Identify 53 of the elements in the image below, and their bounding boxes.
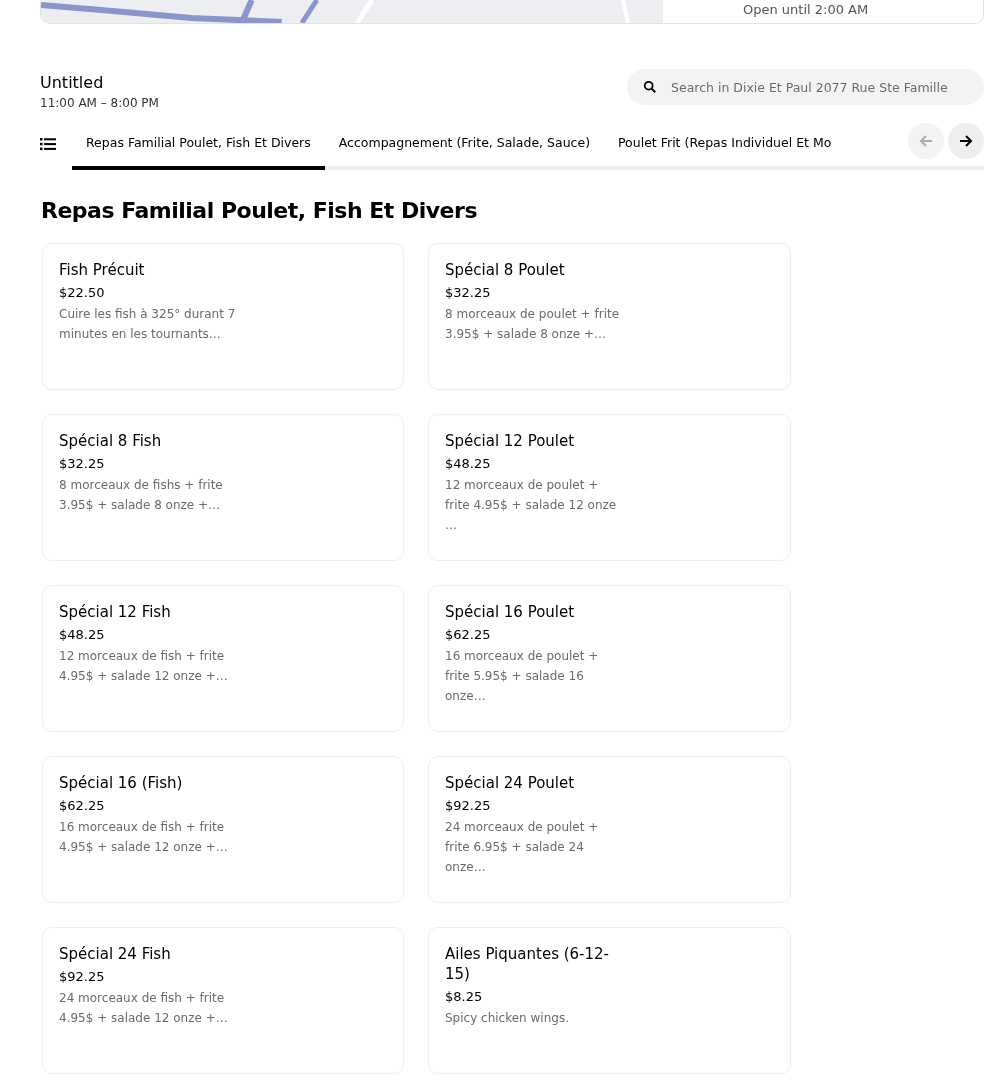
item-name: Spécial 16 (Fish) [59,773,184,793]
next-button[interactable] [948,123,984,159]
item-description: 16 morceaux de poulet + frite 5.95$ + salade 16 onze… [445,648,600,705]
item-name: Fish Précuit [59,260,146,280]
item-price: $32.25 [59,456,106,471]
category-tab[interactable]: Repas Familial Poulet, Fish Et Divers [72,118,325,170]
menu-icon[interactable] [40,137,56,151]
item-description: 12 morceaux de poulet + frite 4.95$ + salade 12 onze … [445,477,618,534]
menu-item-card[interactable]: Spécial 8 Poulet $32.25 8 morceaux de poulet + frite 3.95$ + salade 8 onze +… [428,243,791,390]
item-name: Ailes Piquantes (6-12-15) [445,944,611,984]
item-name: Spécial 12 Poulet [445,431,576,451]
item-description: Spicy chicken wings. [445,1010,570,1027]
item-description: 8 morceaux de fishs + frite 3.95$ + salade 8 onze +… [59,477,224,514]
item-price: $48.25 [59,627,106,642]
item-name: Spécial 24 Fish [59,944,172,964]
item-name: Spécial 8 Poulet [445,260,566,280]
item-description: 12 morceaux de fish + frite 4.95$ + salade 12 onze +… [59,648,229,685]
store-title: Untitled [40,73,105,92]
item-price: $92.25 [445,798,492,813]
item-name: Spécial 8 Fish [59,431,163,451]
menu-item-card[interactable]: Spécial 16 Poulet $62.25 16 morceaux de poulet + frite 5.95$ + salade 16 onze… [428,585,791,732]
menu-item-card[interactable]: Spécial 16 (Fish) $62.25 16 morceaux de fish + frite 4.95$ + salade 12 onze +… [42,756,404,903]
category-tab[interactable]: Poulet Frit (Repas Individuel Et Mo [604,118,846,170]
item-description: 24 morceaux de fish + frite 4.95$ + salade 12 onze +… [59,990,229,1027]
item-description: Cuire les fish à 325° durant 7 minutes en les tournants… [59,306,237,343]
item-name: Spécial 16 Poulet [445,602,576,622]
menu-item-card[interactable]: Spécial 12 Poulet $48.25 12 morceaux de poulet + frite 4.95$ + salade 12 onze … [428,414,791,561]
search-icon [643,80,657,94]
item-name: Spécial 12 Fish [59,602,172,622]
category-tab[interactable]: Accompagnement (Frite, Salade, Sauce) [324,118,605,170]
item-description: 24 morceaux de poulet + frite 6.95$ + salade 24 onze… [445,819,600,876]
item-description: 8 morceaux de poulet + frite 3.95$ + salade 8 onze +… [445,306,621,343]
section-title: Repas Familial Poulet, Fish Et Divers [41,198,478,223]
item-price: $62.25 [445,627,492,642]
search-bar[interactable]: Search in Dixie Et Paul 2077 Rue Ste Famille [627,69,984,105]
item-price: $62.25 [59,798,106,813]
search-field[interactable]: Search in Dixie Et Paul 2077 Rue Ste Famille [669,78,972,96]
item-price: $22.50 [59,285,106,300]
item-price: $32.25 [445,285,492,300]
right-arrow-icon [958,133,974,149]
menu-item-card[interactable]: Fish Précuit $22.50 Cuire les fish à 325° durant 7 minutes en les tournants… [42,243,404,390]
menu-item-card[interactable]: Spécial 12 Fish $48.25 12 morceaux de fish + frite 4.95$ + salade 12 onze +… [42,585,404,732]
item-description: 16 morceaux de fish + frite 4.95$ + salade 12 onze +… [59,819,229,856]
left-arrow-icon [918,133,934,149]
menu-item-card[interactable]: Spécial 24 Poulet $92.25 24 morceaux de poulet + frite 6.95$ + salade 24 onze… [428,756,791,903]
item-name: Spécial 24 Poulet [445,773,576,793]
item-price: $8.25 [445,989,484,1004]
item-price: $48.25 [445,456,492,471]
menu-item-card[interactable]: Spécial 24 Fish $92.25 24 morceaux de fish + frite 4.95$ + salade 12 onze +… [42,927,404,1074]
menu-item-card[interactable]: Spécial 8 Fish $32.25 8 morceaux de fishs + frite 3.95$ + salade 8 onze +… [42,414,404,561]
item-price: $92.25 [59,969,106,984]
store-hours: 11:00 AM – 8:00 PM [40,96,159,110]
menu-item-card[interactable]: Ailes Piquantes (6-12-15) $8.25 Spicy chicken wings. [428,927,791,1074]
